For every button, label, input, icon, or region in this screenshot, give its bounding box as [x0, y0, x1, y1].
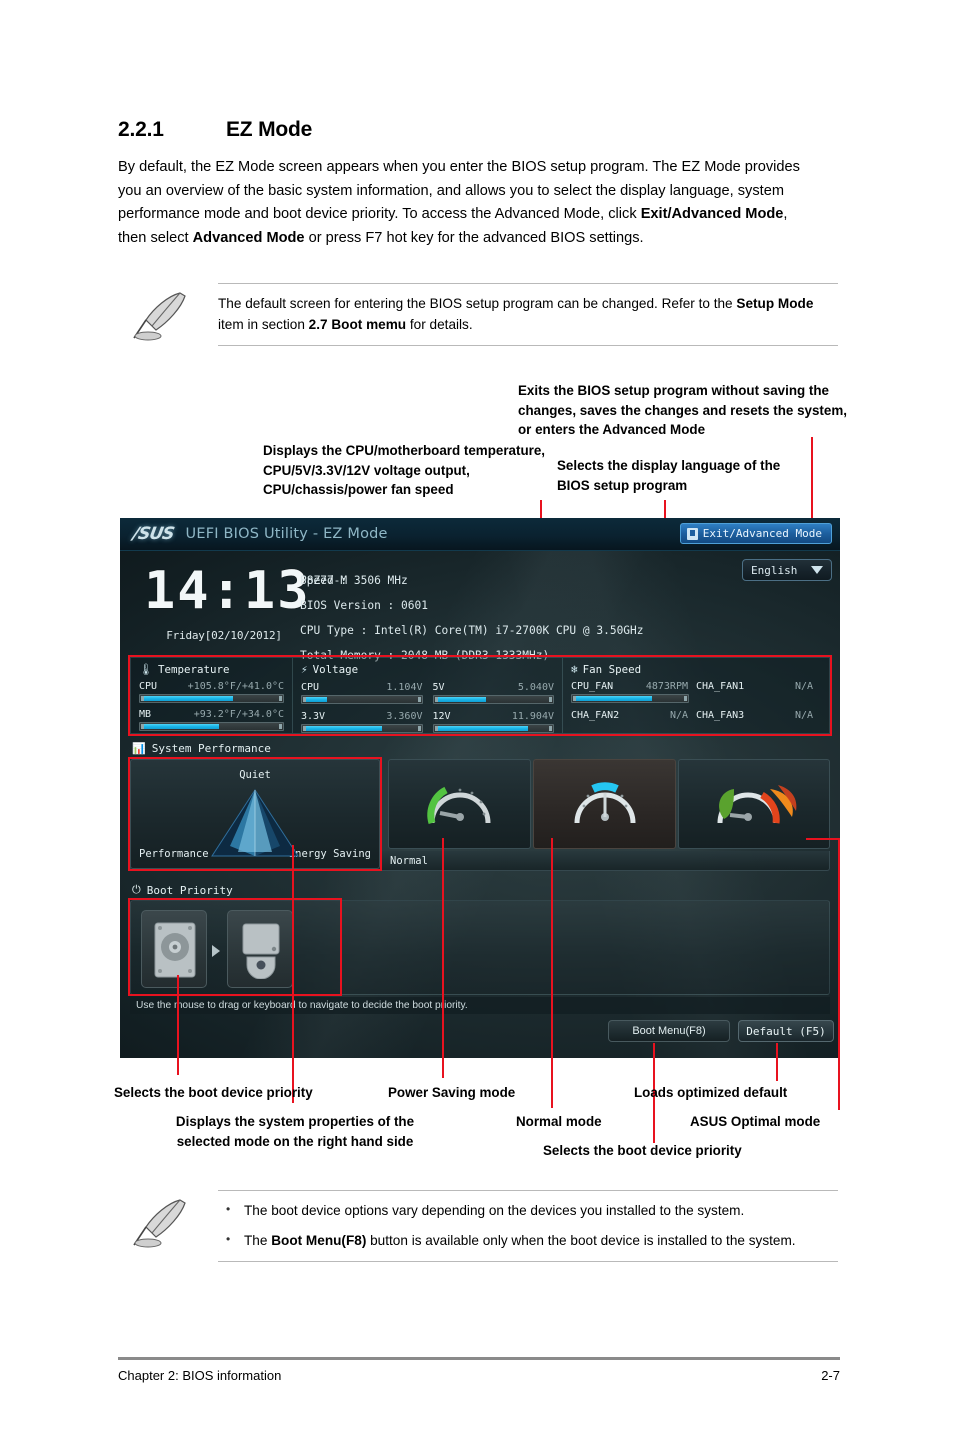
- section-number: 2.2.1: [118, 118, 164, 141]
- callout-normal-mode: Normal mode: [516, 1114, 602, 1129]
- default-button-label: Default (F5): [746, 1024, 826, 1038]
- mode-normal-tile[interactable]: [533, 759, 676, 849]
- boot-menu-button[interactable]: Boot Menu(F8): [608, 1020, 730, 1042]
- callout-loads-optimized-default: Loads optimized default: [634, 1085, 788, 1100]
- callout-asus-optimal-mode: ASUS Optimal mode: [690, 1114, 821, 1129]
- normal-gauge-icon: [574, 782, 635, 824]
- monitor-chart-icon: 📊: [132, 742, 146, 755]
- leader-line-asus-optimal-v: [838, 838, 840, 1110]
- footer-chapter: Chapter 2: BIOS information: [118, 1368, 282, 1383]
- leader-line-exit: [811, 437, 813, 521]
- leader-line-normal-mode: [551, 838, 553, 1108]
- callout-temperature-monitor: Displays the CPU/motherboard temperature…: [263, 443, 546, 497]
- callout-power-saving-mode: Power Saving mode: [388, 1085, 516, 1100]
- callout-exit-advanced-mode: Exits the BIOS setup program without sav…: [518, 383, 847, 437]
- section-title: EZ Mode: [226, 118, 313, 141]
- exit-advanced-mode-button[interactable]: Exit/Advanced Mode: [679, 523, 832, 544]
- bios-clock: 14:13 Friday[02/10/2012]: [144, 561, 311, 642]
- note-bullet-list: The boot device options vary depending o…: [218, 1199, 838, 1251]
- callout-boot-device-priority-right: Selects the boot device priority: [543, 1143, 742, 1158]
- bios-ez-mode-screenshot: /SUS UEFI BIOS Utility - EZ Mode Exit/Ad…: [120, 518, 840, 1058]
- boot-priority-header: ⏻ Boot Priority: [132, 883, 233, 897]
- section-body-text: By default, the EZ Mode screen appears w…: [118, 159, 800, 246]
- highlight-boot-devices: [128, 898, 342, 996]
- chevron-down-icon: [811, 566, 823, 574]
- language-select-value: English: [751, 563, 798, 577]
- note-rule-top-2: [218, 345, 838, 346]
- quill-icon-bottom: [118, 1191, 218, 1261]
- callout-language-select: Selects the display language of the BIOS…: [557, 458, 781, 493]
- list-item: The boot device options vary depending o…: [218, 1199, 838, 1221]
- clock-time: 14:13: [144, 561, 311, 621]
- leader-line-power-saving: [442, 838, 444, 1078]
- callout-boot-device-priority-left: Selects the boot device priority: [114, 1085, 313, 1100]
- leader-line-boot-devices: [177, 975, 179, 1075]
- language-select[interactable]: English: [742, 559, 832, 581]
- default-button[interactable]: Default (F5): [738, 1020, 834, 1042]
- power-icon: ⏻: [132, 883, 141, 896]
- quill-icon: [118, 284, 218, 345]
- page-title: 2.2.1 EZ Mode: [118, 118, 312, 142]
- asus-logo: /SUS: [131, 524, 176, 544]
- exit-door-icon: [686, 527, 698, 540]
- bios-utility-title: UEFI BIOS Utility - EZ Mode: [185, 526, 388, 542]
- cpu-type: CPU Type : Intel(R) Core(TM) i7-2700K CP…: [300, 624, 644, 637]
- leader-line-quiet-tile: [292, 845, 294, 1103]
- highlight-hardware-monitor: [128, 655, 832, 736]
- cpu-speed: Speed : 3506 MHz: [300, 574, 408, 587]
- note-text-top: The default screen for entering the BIOS…: [218, 296, 814, 332]
- boot-priority-hint: Use the mouse to drag or keyboard to nav…: [130, 997, 830, 1014]
- bios-title-bar: /SUS UEFI BIOS Utility - EZ Mode Exit/Ad…: [120, 518, 840, 551]
- power-saving-gauge-icon: [426, 786, 490, 825]
- boot-menu-button-label: Boot Menu(F8): [632, 1025, 706, 1037]
- selected-mode-label: Normal: [390, 855, 428, 867]
- note-box-top: The default screen for entering the BIOS…: [118, 283, 838, 346]
- leader-line-asus-optimal-h: [806, 838, 840, 840]
- note-box-bottom: The boot device options vary depending o…: [118, 1190, 838, 1262]
- exit-advanced-mode-label: Exit/Advanced Mode: [702, 527, 822, 540]
- bios-version: BIOS Version : 0601: [300, 599, 428, 612]
- boot-priority-title: Boot Priority: [146, 883, 233, 897]
- document-page: 2.2.1 EZ Mode By default, the EZ Mode scr…: [0, 0, 954, 1438]
- asus-optimal-gauge-icon: [717, 785, 797, 824]
- system-performance-header: 📊 System Performance: [132, 742, 271, 755]
- note-rule-bottom-2: [218, 1261, 838, 1262]
- list-item: The Boot Menu(F8) button is available on…: [218, 1229, 838, 1251]
- mode-power-saving-tile[interactable]: [388, 759, 531, 849]
- note-text-bottom: The boot device options vary depending o…: [218, 1191, 838, 1261]
- clock-date: Friday[02/10/2012]: [166, 629, 282, 642]
- system-performance-title: System Performance: [151, 742, 271, 755]
- highlight-quiet-tile: [128, 757, 382, 871]
- callout-displays-system-properties: Displays the system properties of the se…: [175, 1114, 415, 1149]
- leader-line-default: [776, 1043, 778, 1081]
- mode-asus-optimal-tile[interactable]: [678, 759, 830, 849]
- footer-rule: [118, 1357, 840, 1360]
- page-number: 2-7: [821, 1368, 840, 1383]
